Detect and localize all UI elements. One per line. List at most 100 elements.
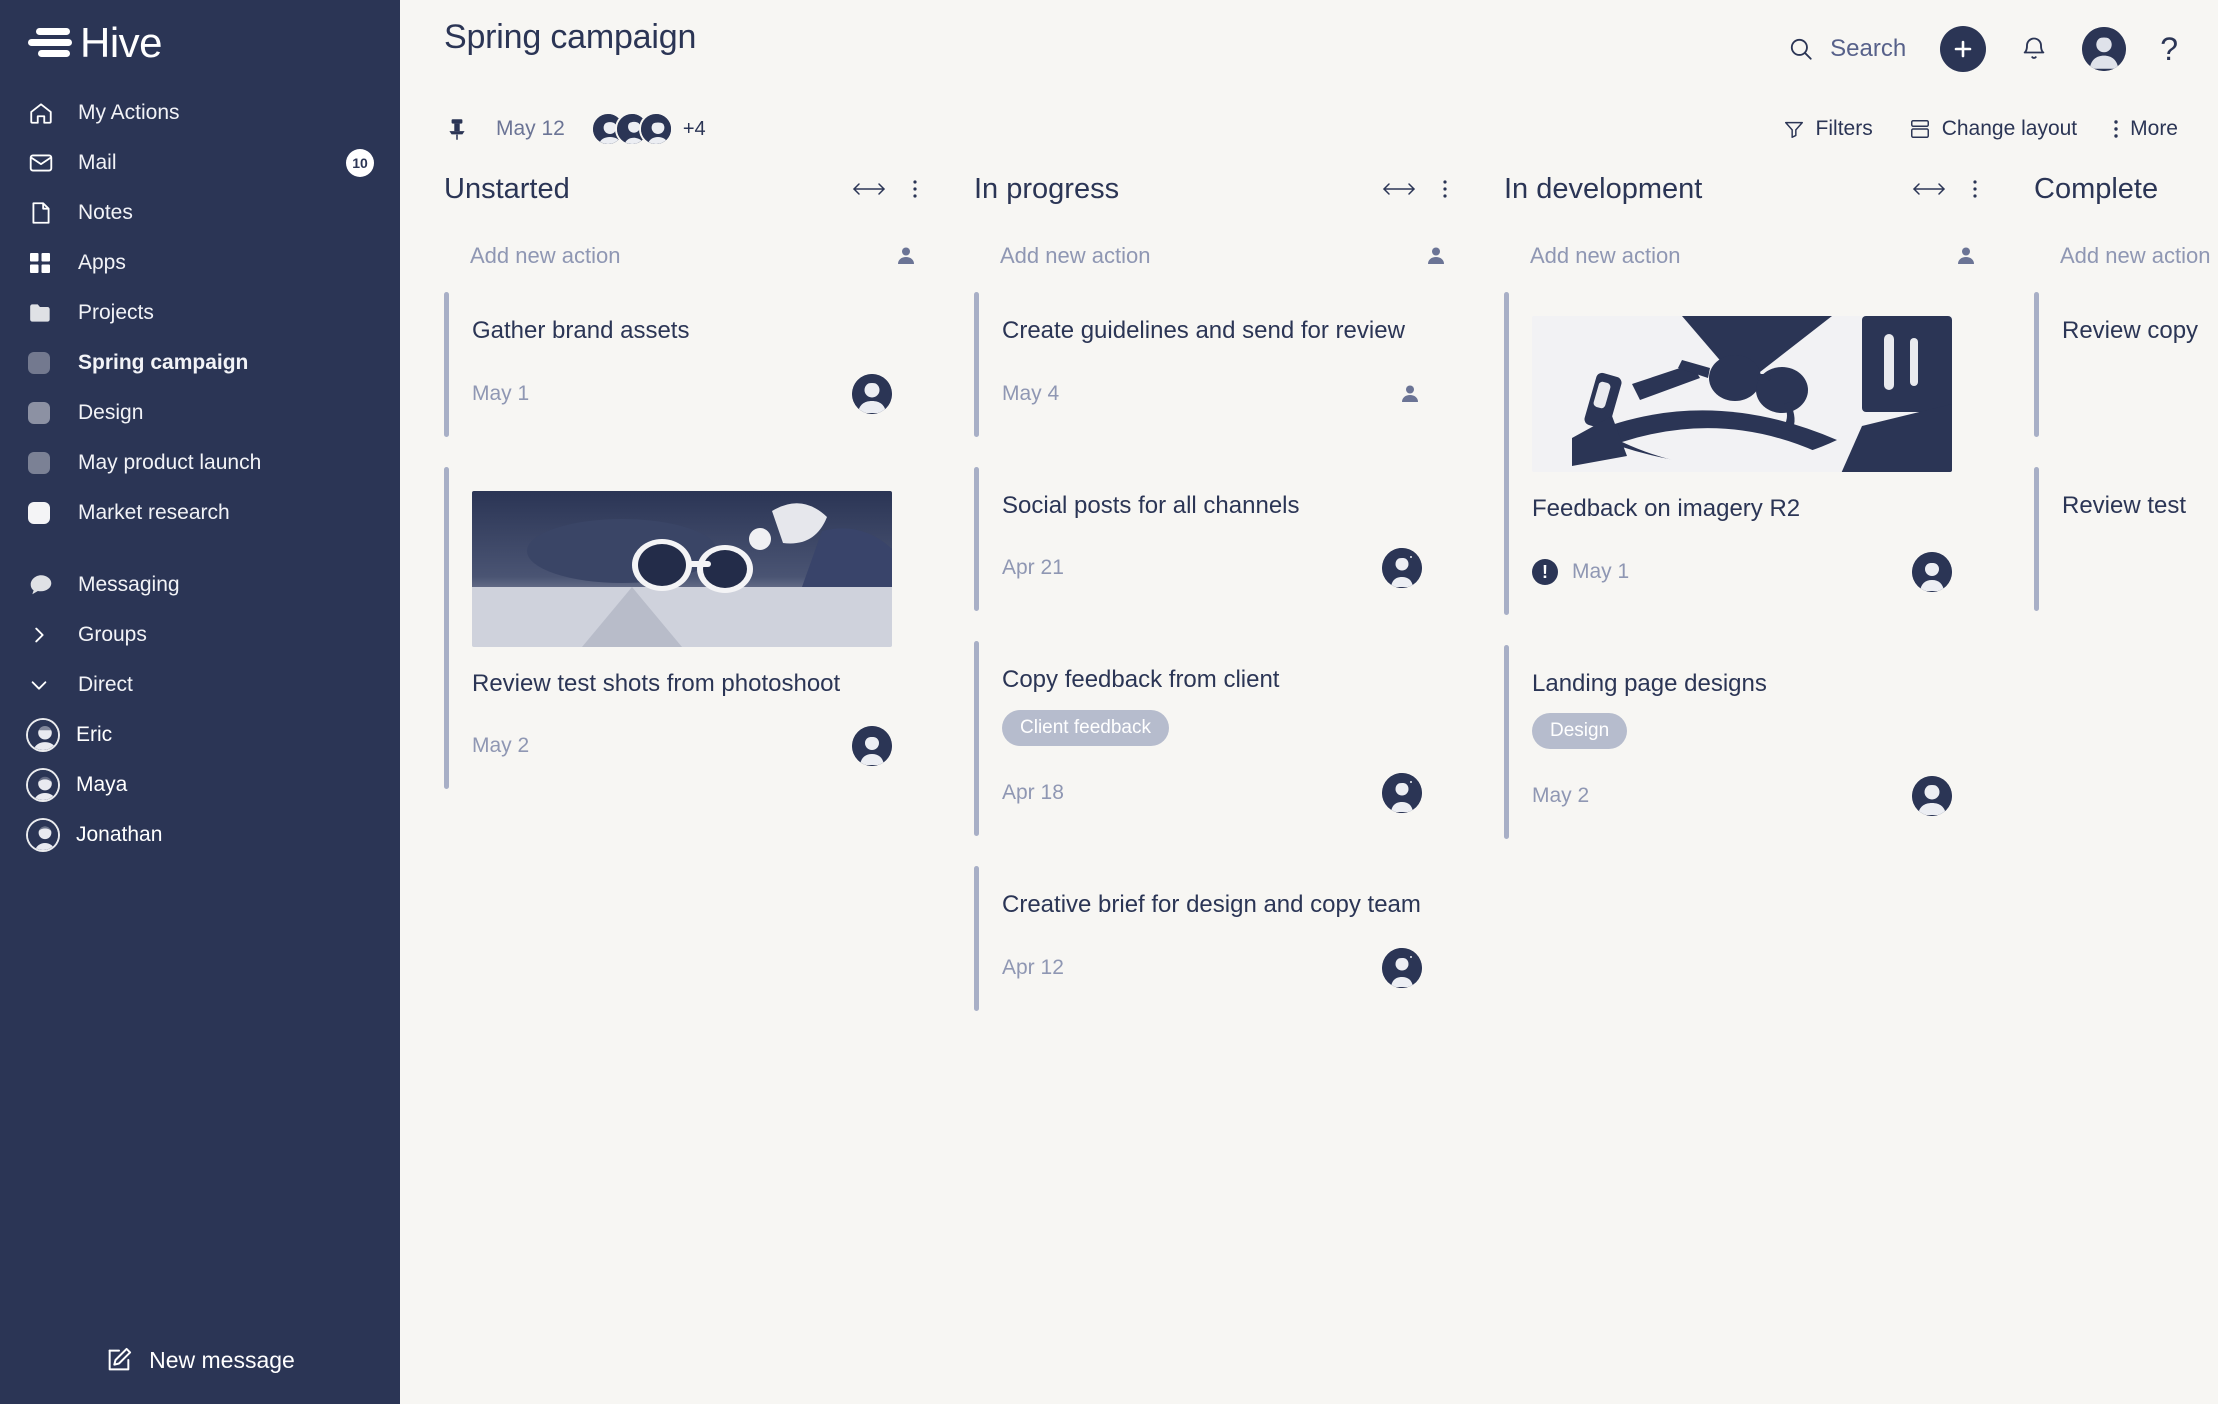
sidebar-item-direct[interactable]: Direct [0, 660, 400, 710]
task-card[interactable]: Landing page designs Design May 2 [1504, 644, 1978, 840]
sidebar-item-may-product-launch[interactable]: May product launch [0, 438, 400, 488]
assign-person-icon[interactable] [894, 244, 918, 268]
filter-icon [1783, 118, 1805, 140]
board-tools: Filters Change layout More [1783, 117, 2178, 141]
assign-person-icon[interactable] [1398, 382, 1422, 406]
notifications-button[interactable] [2020, 35, 2048, 63]
sidebar-person-jonathan[interactable]: Jonathan [0, 810, 400, 860]
brand-logo[interactable]: Hive [0, 0, 400, 74]
home-icon [28, 100, 62, 126]
kebab-icon[interactable] [1442, 178, 1448, 200]
chevron-down-icon [28, 674, 62, 696]
task-card[interactable]: Social posts for all channels Apr 21 [974, 466, 1448, 612]
task-tag[interactable]: Design [1532, 713, 1628, 750]
sidebar-item-label: Spring campaign [78, 351, 249, 374]
avatar[interactable] [1382, 773, 1422, 814]
resize-arrows-icon[interactable] [1912, 181, 1946, 197]
sidebar-item-apps[interactable]: Apps [0, 238, 400, 288]
sidebar-nav: My Actions Mail 10 Notes Apps Projects S… [0, 74, 400, 860]
sidebar-item-design[interactable]: Design [0, 388, 400, 438]
pin-icon[interactable] [444, 116, 470, 142]
sidebar-item-my-actions[interactable]: My Actions [0, 88, 400, 138]
sidebar-item-messaging[interactable]: Messaging [0, 560, 400, 610]
task-card[interactable]: Review test [2034, 466, 2218, 612]
new-message-button[interactable]: New message [0, 1346, 400, 1374]
chat-bubble-icon [28, 572, 62, 598]
task-due-date: May 1 [472, 381, 530, 405]
kebab-icon[interactable] [912, 178, 918, 200]
sidebar-divider-space [0, 538, 400, 560]
avatar [26, 768, 60, 802]
sidebar-item-label: Design [78, 401, 144, 424]
sub-bar: May 12 +4 Filters Change layout More [400, 100, 2218, 158]
add-new-action-input[interactable]: Add new action [444, 220, 918, 292]
task-due-date: May 2 [472, 734, 530, 758]
search-placeholder: Search [1830, 35, 1907, 62]
assign-person-icon[interactable] [1424, 244, 1448, 268]
add-new-action-input[interactable]: Add new action [2034, 220, 2218, 292]
kanban-board: Unstarted Add new action Gather brand as… [400, 158, 2218, 1404]
task-card[interactable]: Feedback on imagery R2 ! May 1 [1504, 292, 1978, 615]
member-avatars[interactable]: +4 [590, 112, 706, 146]
board-column-in-development: In development Add new action Feedback o… [1504, 158, 2034, 1404]
task-tag[interactable]: Client feedback [1002, 710, 1169, 747]
mail-icon [28, 150, 62, 176]
search-input[interactable]: Search [1788, 35, 1906, 63]
help-button[interactable]: ? [2160, 33, 2178, 65]
sidebar-person-maya[interactable]: Maya [0, 760, 400, 810]
sidebar-item-projects[interactable]: Projects [0, 288, 400, 338]
task-card[interactable]: Review test shots from photoshoot May 2 [444, 466, 918, 790]
sidebar-item-notes[interactable]: Notes [0, 188, 400, 238]
resize-arrows-icon[interactable] [852, 181, 886, 197]
avatar[interactable] [1912, 551, 1952, 592]
add-button[interactable] [1940, 26, 1987, 72]
task-cover-image [472, 490, 892, 647]
avatar[interactable] [1912, 776, 1952, 817]
sidebar-item-label: Projects [78, 301, 154, 324]
avatar[interactable] [852, 726, 892, 767]
add-new-action-label: Add new action [1000, 243, 1151, 268]
task-title: Feedback on imagery R2 [1532, 495, 1801, 522]
kebab-icon[interactable] [1972, 178, 1978, 200]
column-title: Unstarted [444, 172, 570, 205]
plus-icon [1954, 40, 1972, 58]
task-card[interactable]: Review copy [2034, 292, 2218, 437]
folder-icon [28, 300, 62, 326]
board-column-unstarted: Unstarted Add new action Gather brand as… [444, 158, 974, 1404]
task-cover-image [1532, 316, 1952, 472]
column-header: Complete [2034, 158, 2218, 220]
apps-icon [28, 251, 62, 275]
sidebar-item-groups[interactable]: Groups [0, 610, 400, 660]
board-column-complete: Complete Add new action Review copy Revi… [2034, 158, 2218, 1404]
avatar[interactable] [1382, 947, 1422, 988]
sidebar-person-eric[interactable]: Eric [0, 710, 400, 760]
sidebar-item-label: Market research [78, 501, 230, 524]
task-title: Review test shots from photoshoot [472, 669, 841, 697]
task-card[interactable]: Gather brand assets May 1 [444, 292, 918, 437]
resize-arrows-icon[interactable] [1382, 181, 1416, 197]
sidebar-item-spring-campaign[interactable]: Spring campaign [0, 338, 400, 388]
avatar[interactable] [852, 373, 892, 414]
sidebar-item-label: Notes [78, 201, 133, 224]
task-card[interactable]: Creative brief for design and copy team … [974, 866, 1448, 1011]
column-title: In progress [974, 172, 1120, 205]
column-header: In development [1504, 158, 1978, 220]
project-square-icon [28, 452, 62, 474]
user-avatar-button[interactable] [2082, 27, 2127, 71]
sidebar-item-market-research[interactable]: Market research [0, 488, 400, 538]
search-icon [1788, 36, 1814, 62]
task-card[interactable]: Create guidelines and send for review Ma… [974, 292, 1448, 437]
filters-button[interactable]: Filters [1783, 117, 1873, 141]
task-card[interactable]: Copy feedback from client Client feedbac… [974, 641, 1448, 837]
more-button[interactable]: More [2113, 117, 2178, 141]
assign-person-icon[interactable] [1954, 244, 1978, 268]
add-new-action-input[interactable]: Add new action [974, 220, 1448, 292]
avatar[interactable] [1382, 548, 1422, 589]
add-new-action-label: Add new action [2060, 243, 2211, 268]
sidebar-item-mail[interactable]: Mail 10 [0, 138, 400, 188]
change-layout-button[interactable]: Change layout [1909, 117, 2077, 141]
top-bar-actions: Search ? [1788, 18, 2178, 72]
filters-label: Filters [1815, 117, 1873, 140]
sidebar: Hive My Actions Mail 10 Notes Apps Proje… [0, 0, 400, 1404]
add-new-action-input[interactable]: Add new action [1504, 220, 1978, 292]
